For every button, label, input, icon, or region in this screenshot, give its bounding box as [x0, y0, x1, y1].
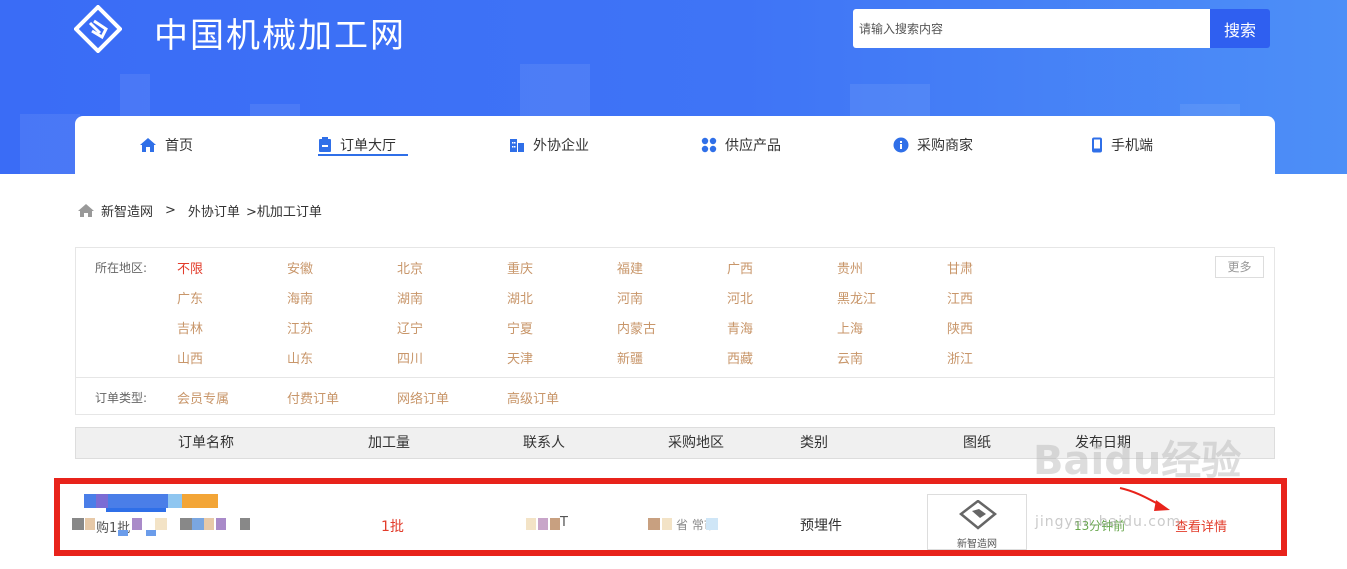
column-header: 加工量 [368, 435, 410, 451]
region-option[interactable]: 广东 [177, 288, 203, 307]
region-option[interactable]: 江苏 [287, 318, 313, 337]
filter-panel [75, 247, 1275, 415]
breadcrumb-separator: > [165, 203, 176, 218]
region-option[interactable]: 吉林 [177, 318, 203, 337]
region-option[interactable]: 广西 [727, 258, 753, 277]
region-filter-label: 所在地区: [95, 261, 148, 275]
breadcrumb-outsource-orders[interactable]: 外协订单 [188, 201, 240, 220]
mobile-icon [1092, 137, 1102, 153]
background-building [20, 114, 80, 174]
region-option[interactable]: 浙江 [947, 348, 973, 367]
region-option[interactable]: 贵州 [837, 258, 863, 277]
region-option[interactable]: 青海 [727, 318, 753, 337]
region-option[interactable]: 海南 [287, 288, 313, 307]
region-option[interactable]: 陕西 [947, 318, 973, 337]
annotation-arrow-icon [1119, 487, 1170, 511]
info-icon [893, 137, 909, 153]
region-option[interactable]: 山东 [287, 348, 313, 367]
search-input[interactable] [853, 9, 1211, 48]
region-option[interactable]: 天津 [507, 348, 533, 367]
region-option[interactable]: 湖南 [397, 288, 423, 307]
region-option[interactable]: 江西 [947, 288, 973, 307]
breadcrumb-home[interactable]: 新智造网 [101, 201, 153, 220]
type-option[interactable]: 高级订单 [507, 388, 559, 407]
active-tab-indicator [318, 154, 408, 156]
nav-label: 外协企业 [533, 138, 589, 154]
breadcrumb-machining-orders[interactable]: >机加工订单 [246, 201, 322, 220]
nav-label: 供应产品 [725, 138, 781, 154]
region-option[interactable]: 河南 [617, 288, 643, 307]
column-header: 订单名称 [178, 435, 234, 451]
nav-label: 采购商家 [917, 138, 973, 154]
nav-partner-companies[interactable]: 外协企业 [509, 116, 589, 174]
region-option[interactable]: 云南 [837, 348, 863, 367]
more-regions-button[interactable]: 更多 [1215, 256, 1264, 278]
region-option[interactable]: 福建 [617, 258, 643, 277]
region-option[interactable]: 安徽 [287, 258, 313, 277]
highlight-frame [54, 478, 1287, 556]
region-option[interactable]: 湖北 [507, 288, 533, 307]
column-header: 联系人 [523, 435, 565, 451]
type-option[interactable]: 会员专属 [177, 388, 229, 407]
region-option[interactable]: 上海 [837, 318, 863, 337]
region-option[interactable]: 北京 [397, 258, 423, 277]
logo-icon[interactable] [74, 5, 122, 53]
divider [75, 377, 1275, 378]
region-option[interactable]: 四川 [397, 348, 423, 367]
type-option[interactable]: 付费订单 [287, 388, 339, 407]
region-option[interactable]: 不限 [177, 258, 203, 277]
grid-icon [701, 137, 717, 153]
region-option[interactable]: 黑龙江 [837, 288, 876, 307]
breadcrumb: 新智造网 > 外协订单 >机加工订单 [77, 201, 322, 220]
region-option[interactable]: 甘肃 [947, 258, 973, 277]
column-header: 图纸 [963, 435, 991, 451]
nav-order-hall[interactable]: 订单大厅 [318, 116, 396, 174]
nav-mobile[interactable]: 手机端 [1091, 116, 1153, 174]
nav-buyers[interactable]: 采购商家 [893, 116, 973, 174]
region-option[interactable]: 河北 [727, 288, 753, 307]
type-option[interactable]: 网络订单 [397, 388, 449, 407]
region-option[interactable]: 内蒙古 [617, 318, 656, 337]
main-nav: 首页 订单大厅 外协企业 供应产品 采购商家 手机端 [75, 116, 1275, 174]
home-icon [78, 204, 94, 217]
region-option[interactable]: 重庆 [507, 258, 533, 277]
type-filter-label: 订单类型: [95, 391, 148, 405]
site-title[interactable]: 中国机械加工网 [154, 8, 406, 57]
region-option[interactable]: 辽宁 [397, 318, 423, 337]
column-header: 类别 [800, 435, 828, 451]
nav-supply-products[interactable]: 供应产品 [701, 116, 781, 174]
region-option[interactable]: 山西 [177, 348, 203, 367]
region-option[interactable]: 西藏 [727, 348, 753, 367]
home-icon [140, 138, 156, 152]
nav-label: 首页 [165, 138, 193, 154]
region-option[interactable]: 新疆 [617, 348, 643, 367]
nav-label: 订单大厅 [340, 138, 396, 154]
nav-home[interactable]: 首页 [139, 116, 193, 174]
column-header: 采购地区 [668, 435, 724, 451]
region-option[interactable]: 宁夏 [507, 318, 533, 337]
building-icon [510, 139, 524, 152]
clipboard-icon [319, 137, 331, 152]
nav-label: 手机端 [1111, 138, 1153, 154]
search-button[interactable]: 搜索 [1210, 9, 1270, 48]
